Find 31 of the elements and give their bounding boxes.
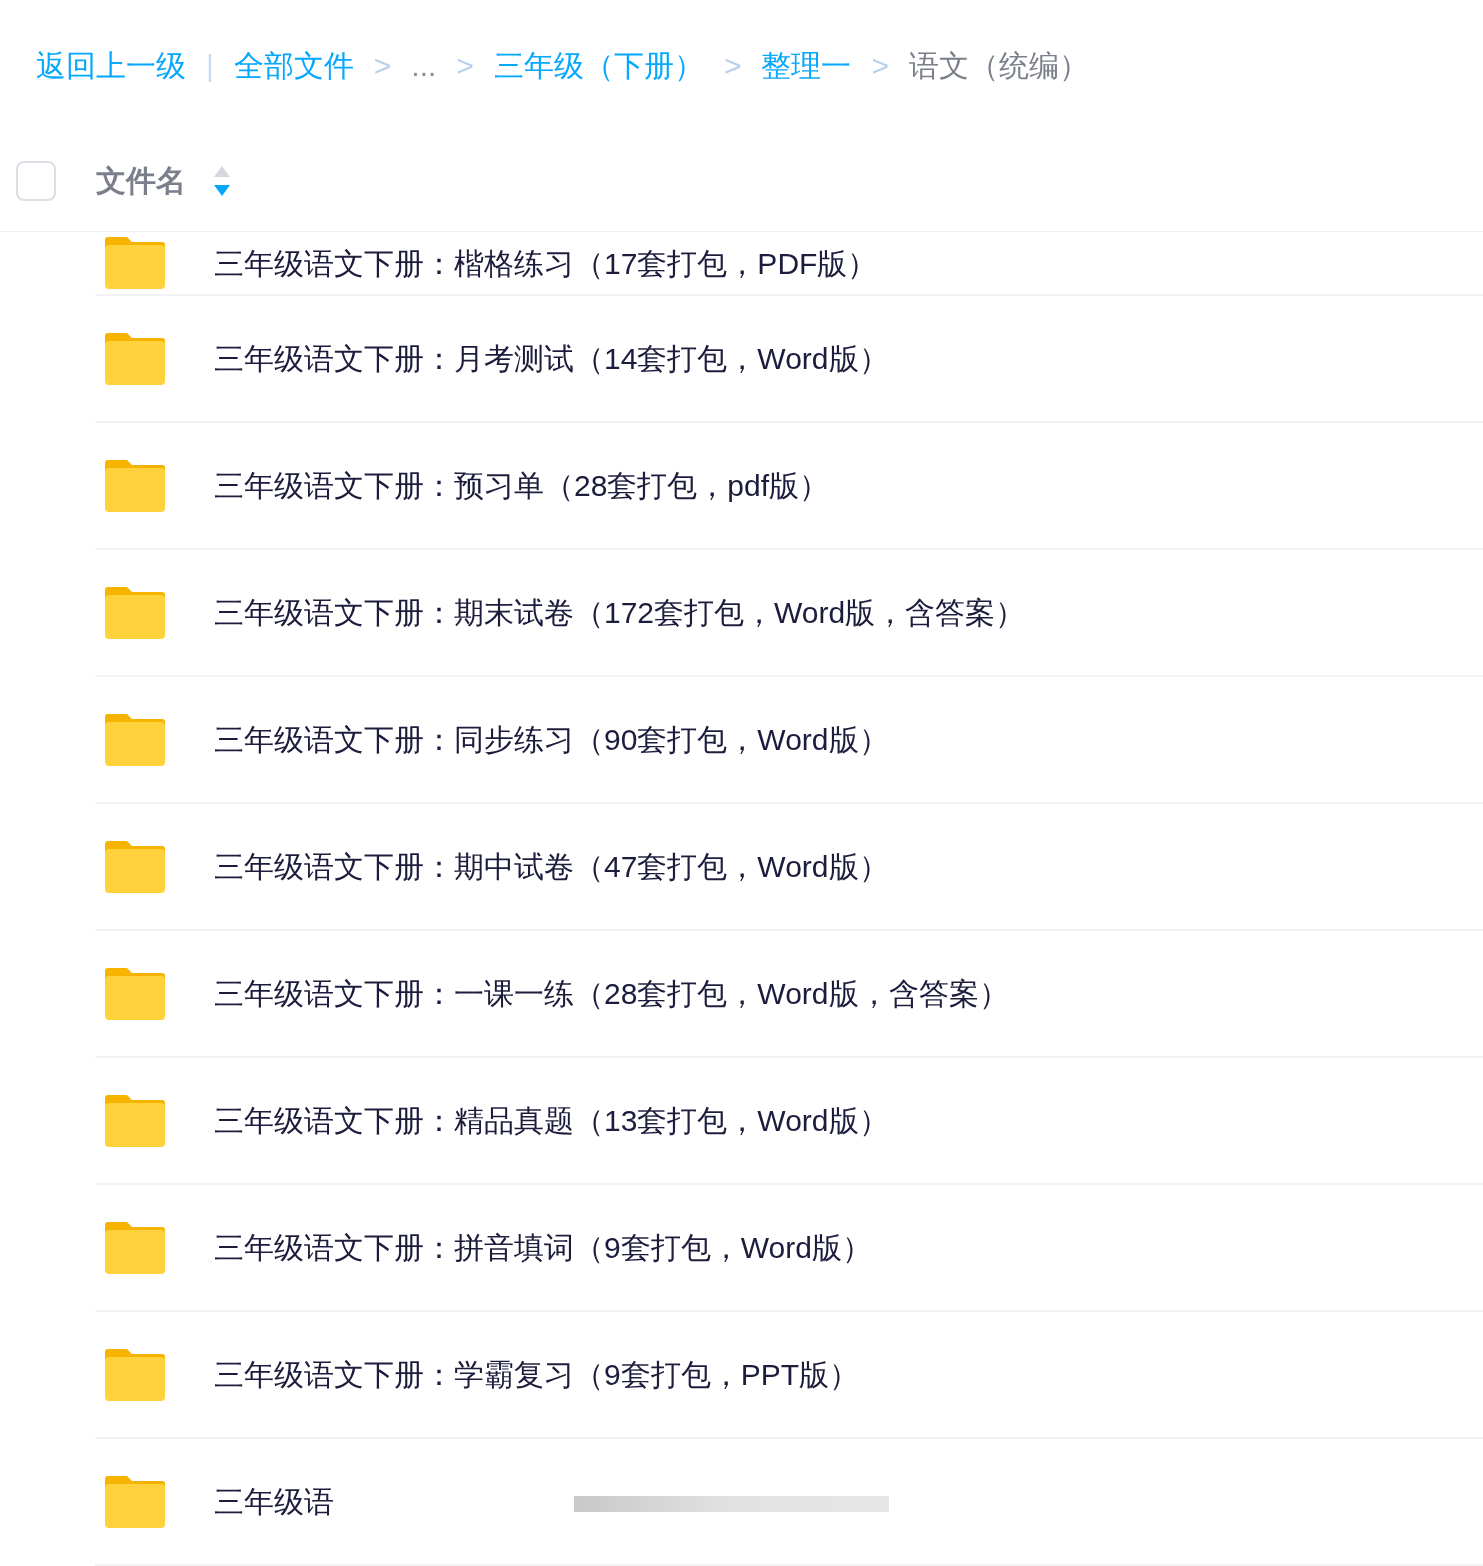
folder-icon (105, 1348, 165, 1401)
file-name[interactable]: 三年级语 (214, 1479, 334, 1524)
sort-icon[interactable] (212, 164, 232, 197)
file-name[interactable]: 三年级语文下册：期末试卷（172套打包，Word版，含答案） (214, 590, 1026, 635)
breadcrumb-separator: > (456, 47, 474, 84)
file-name[interactable]: 三年级语文下册：期中试卷（47套打包，Word版） (214, 844, 889, 889)
folder-icon (105, 713, 165, 766)
column-header[interactable]: 文件名 (96, 158, 186, 203)
breadcrumb-separator: > (723, 47, 742, 84)
folder-icon (105, 237, 165, 289)
file-name[interactable]: 三年级语文下册：学霸复习（9套打包，PPT版） (214, 1352, 860, 1397)
file-name[interactable]: 三年级语文下册：拼音填词（9套打包，Word版） (214, 1225, 872, 1270)
breadcrumb-separator: > (373, 47, 392, 84)
file-name[interactable]: 三年级语文下册：同步练习（90套打包，Word版） (214, 717, 889, 762)
folder-icon (105, 1475, 165, 1528)
breadcrumb-separator: > (871, 47, 889, 84)
folder-icon (105, 1094, 165, 1147)
file-name[interactable]: 三年级语文下册：楷格练习（17套打包，PDF版） (214, 240, 878, 286)
folder-icon (105, 332, 165, 385)
breadcrumb-divider: | (206, 47, 214, 84)
select-all-checkbox[interactable] (16, 160, 56, 201)
file-name[interactable]: 三年级语文下册：精品真题（13套打包，Word版） (214, 1098, 889, 1143)
file-name[interactable]: 三年级语文下册：月考测试（14套打包，Word版） (214, 336, 889, 381)
folder-icon (105, 586, 165, 639)
folder-icon (105, 840, 165, 893)
folder-icon (105, 1221, 165, 1274)
folder-icon (105, 459, 165, 512)
file-name[interactable]: 三年级语文下册：一课一练（28套打包，Word版，含答案） (214, 971, 1009, 1016)
folder-icon (105, 967, 165, 1020)
file-name[interactable]: 三年级语文下册：预习单（28套打包，pdf版） (214, 463, 830, 508)
breadcrumb-current: 语文（统编） (908, 47, 1089, 84)
